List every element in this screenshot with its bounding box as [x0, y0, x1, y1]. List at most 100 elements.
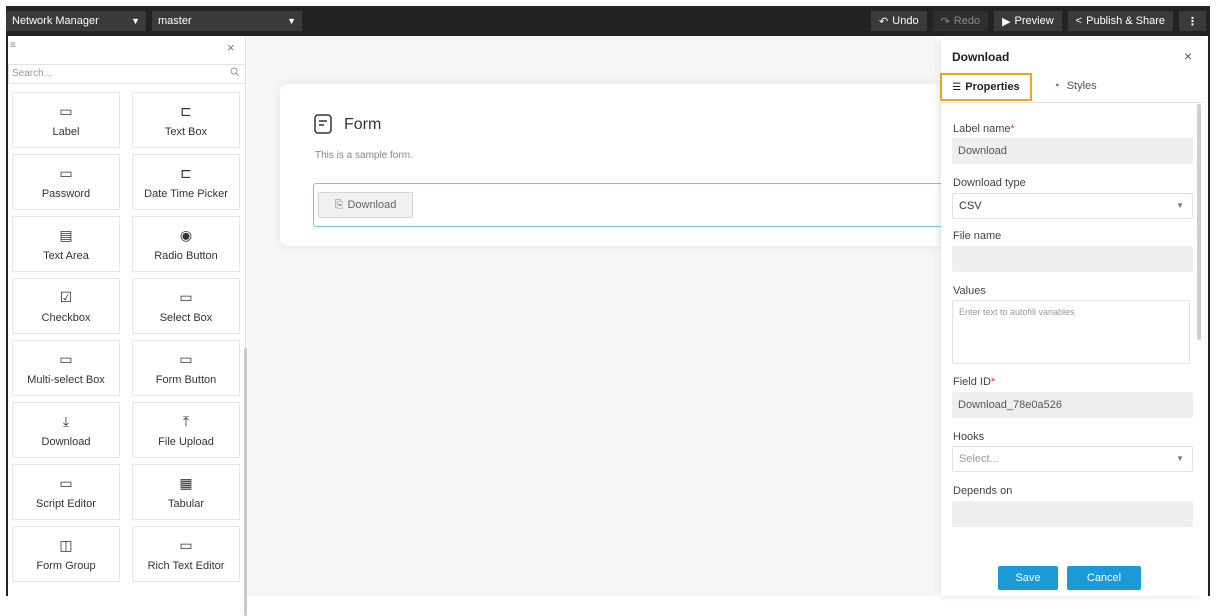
cancel-button[interactable]: Cancel	[1067, 566, 1141, 590]
undo-label: Undo	[892, 15, 919, 27]
palette-item-label: Date Time Picker	[144, 188, 228, 200]
palette-item-label: File Upload	[158, 436, 214, 448]
chevron-down-icon: ▼	[287, 16, 296, 26]
palette-item[interactable]: ▭ Rich Text Editor	[132, 526, 240, 582]
tab-styles-label: Styles	[1066, 80, 1097, 92]
required-marker: *	[990, 376, 996, 388]
palette-item[interactable]: ◫ Form Group	[12, 526, 120, 582]
textbox-icon: ⊏	[180, 103, 192, 119]
close-icon[interactable]: ×	[227, 40, 235, 55]
palette-item[interactable]: ▭ Select Box	[132, 278, 240, 334]
chevron-down-icon: ▼	[131, 16, 140, 26]
file-name-input[interactable]	[952, 246, 1193, 272]
close-icon[interactable]: ×	[1184, 48, 1192, 64]
app-select[interactable]: Network Manager ▼	[6, 11, 146, 31]
multiselect-icon: ▭	[59, 351, 73, 367]
download-field-button[interactable]: ⎘ Download	[318, 192, 413, 218]
hooks-label: Hooks	[953, 431, 985, 443]
palette-item[interactable]: ⤒ File Upload	[132, 402, 240, 458]
undo-button[interactable]: ↶ Undo	[871, 11, 927, 31]
preview-label: Preview	[1014, 15, 1054, 27]
download-type-select[interactable]: CSV ▼	[952, 193, 1193, 219]
palette-item-label: Form Button	[155, 374, 217, 386]
redo-label: Redo	[953, 15, 981, 27]
palette-item[interactable]: ▭ Form Button	[132, 340, 240, 396]
branch-select[interactable]: master ▼	[152, 11, 302, 31]
palette-item[interactable]: ⤓ Download	[12, 402, 120, 458]
frame-border-right	[1208, 36, 1210, 596]
panel-scrollbar[interactable]	[1197, 104, 1201, 340]
palette-item[interactable]: ☑ Checkbox	[12, 278, 120, 334]
menu-icon[interactable]: ≡	[10, 40, 16, 51]
form-title: Form	[344, 116, 382, 133]
palette-search-input[interactable]: Search...	[8, 64, 246, 84]
palette-item-label: Script Editor	[36, 498, 96, 510]
field-id-text: Field ID	[953, 376, 991, 388]
save-button[interactable]: Save	[998, 566, 1058, 590]
password-icon: ▭	[59, 165, 73, 181]
datetime-icon: ⊏	[180, 165, 192, 181]
radio-icon: ◉	[179, 227, 193, 243]
palette-item-label: Download	[41, 436, 91, 448]
palette-item[interactable]: ▭ Multi-select Box	[12, 340, 120, 396]
palette-item-label: Label	[52, 126, 80, 138]
preview-button[interactable]: ▶ Preview	[994, 11, 1062, 31]
download-type-label: Download type	[953, 177, 1026, 189]
label-name-input[interactable]: Download	[952, 138, 1193, 164]
palette-item[interactable]: ▤ Text Area	[12, 216, 120, 272]
palette-item[interactable]: ⊏ Date Time Picker	[132, 154, 240, 210]
chevron-down-icon: ▼	[1176, 201, 1184, 210]
palette-item[interactable]: ▦ Tabular	[132, 464, 240, 520]
label-icon: ▭	[59, 103, 73, 119]
file-name-label: File name	[953, 230, 1002, 242]
label-name-label: Label name*	[953, 123, 1015, 135]
depends-on-label: Depends on	[953, 485, 1013, 497]
palette-item-label: Rich Text Editor	[147, 560, 225, 572]
play-icon: ▶	[1002, 15, 1011, 28]
depends-on-input[interactable]	[952, 501, 1193, 527]
upload-icon: ⤒	[182, 413, 190, 429]
values-textarea[interactable]: Enter text to autofill variables	[952, 300, 1190, 364]
download-field-label: Download	[347, 199, 397, 211]
list-icon: ☰	[952, 81, 962, 93]
field-id-label: Field ID*	[953, 376, 995, 388]
share-icon: <	[1075, 15, 1083, 27]
field-id-input[interactable]: Download_78e0a526	[952, 392, 1193, 418]
palette-header: ≡ ×	[8, 36, 245, 58]
hooks-select[interactable]: Select... ▼	[952, 446, 1193, 472]
redo-button[interactable]: ↷ Redo	[932, 11, 989, 31]
richtext-icon: ▭	[179, 537, 193, 553]
palette-item-label: Select Box	[159, 312, 213, 324]
palette-item-label: Text Area	[43, 250, 89, 262]
redo-icon: ↷	[940, 15, 950, 28]
download-icon: ⎘	[334, 198, 344, 211]
palette-item-label: Radio Button	[154, 250, 218, 262]
panel-title: Download	[952, 50, 1010, 64]
palette-item[interactable]: ▭ Password	[12, 154, 120, 210]
table-icon: ▦	[179, 475, 193, 491]
publish-share-button[interactable]: < Publish & Share	[1067, 11, 1173, 31]
branch-select-value: master	[158, 15, 192, 27]
palette-icon: ◔	[1053, 80, 1060, 92]
search-icon	[230, 67, 240, 77]
palette-item-label: Tabular	[167, 498, 205, 510]
script-editor-icon: ▭	[59, 475, 73, 491]
more-options-button[interactable]: ⋮	[1179, 11, 1206, 31]
palette-item[interactable]: ▭ Script Editor	[12, 464, 120, 520]
chevron-down-icon: ▼	[1176, 454, 1184, 463]
more-icon: ⋮	[1187, 15, 1198, 28]
palette-item[interactable]: ◉ Radio Button	[132, 216, 240, 272]
checkbox-icon: ☑	[59, 289, 73, 305]
form-group-icon: ◫	[59, 537, 73, 553]
publish-label: Publish & Share	[1086, 15, 1165, 27]
tab-properties[interactable]: ☰ Properties	[940, 73, 1032, 101]
palette-item[interactable]: ▭ Label	[12, 92, 120, 148]
tab-properties-label: Properties	[965, 81, 1020, 93]
top-toolbar: Network Manager ▼ master ▼ ↶ Undo ↷ Redo…	[6, 6, 1210, 36]
tab-divider	[941, 102, 1203, 103]
form-description: This is a sample form.	[315, 150, 413, 161]
form-icon	[314, 114, 332, 134]
tab-styles[interactable]: ◔ Styles	[1053, 80, 1097, 92]
palette-item-label: Text Box	[164, 126, 208, 138]
palette-item[interactable]: ⊏ Text Box	[132, 92, 240, 148]
